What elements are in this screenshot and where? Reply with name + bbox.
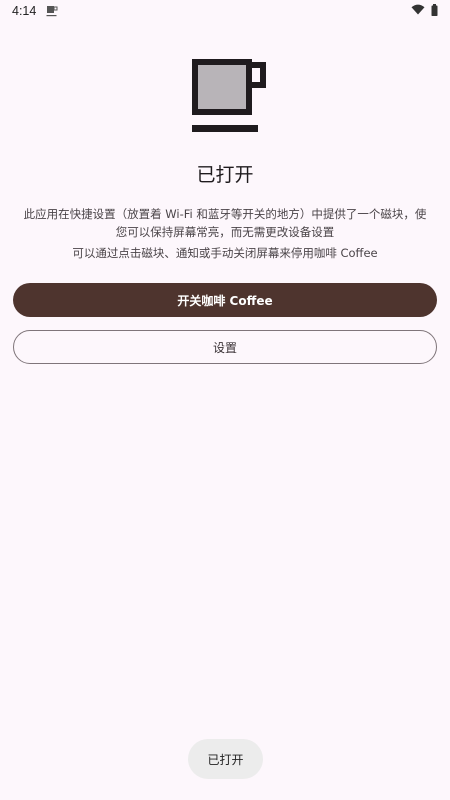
settings-button[interactable]: 设置	[13, 330, 437, 364]
deactivate-hint-text: 可以通过点击磁块、通知或手动关闭屏幕来停用咖啡 Coffee	[72, 246, 378, 260]
description-text: 此应用在快捷设置（放置着 Wi-Fi 和蓝牙等开关的地方）中提供了一个磁块，使您…	[23, 207, 427, 239]
toggle-coffee-button[interactable]: 开关咖啡 Coffee	[13, 283, 437, 317]
coffee-cup-icon	[46, 5, 58, 17]
status-icons	[411, 3, 438, 19]
wifi-icon	[411, 4, 425, 18]
toast-message: 已打开	[188, 739, 263, 779]
status-bar: 4:14	[0, 0, 450, 22]
page-title: 已打开	[196, 164, 254, 186]
status-time: 4:14	[12, 4, 37, 18]
coffee-cup-icon	[188, 56, 268, 136]
screen: 4:14 已打开 此应用在快捷设置（放置着 Wi-Fi 和蓝牙等开关的地方）中提…	[0, 0, 450, 800]
battery-icon	[431, 3, 438, 19]
